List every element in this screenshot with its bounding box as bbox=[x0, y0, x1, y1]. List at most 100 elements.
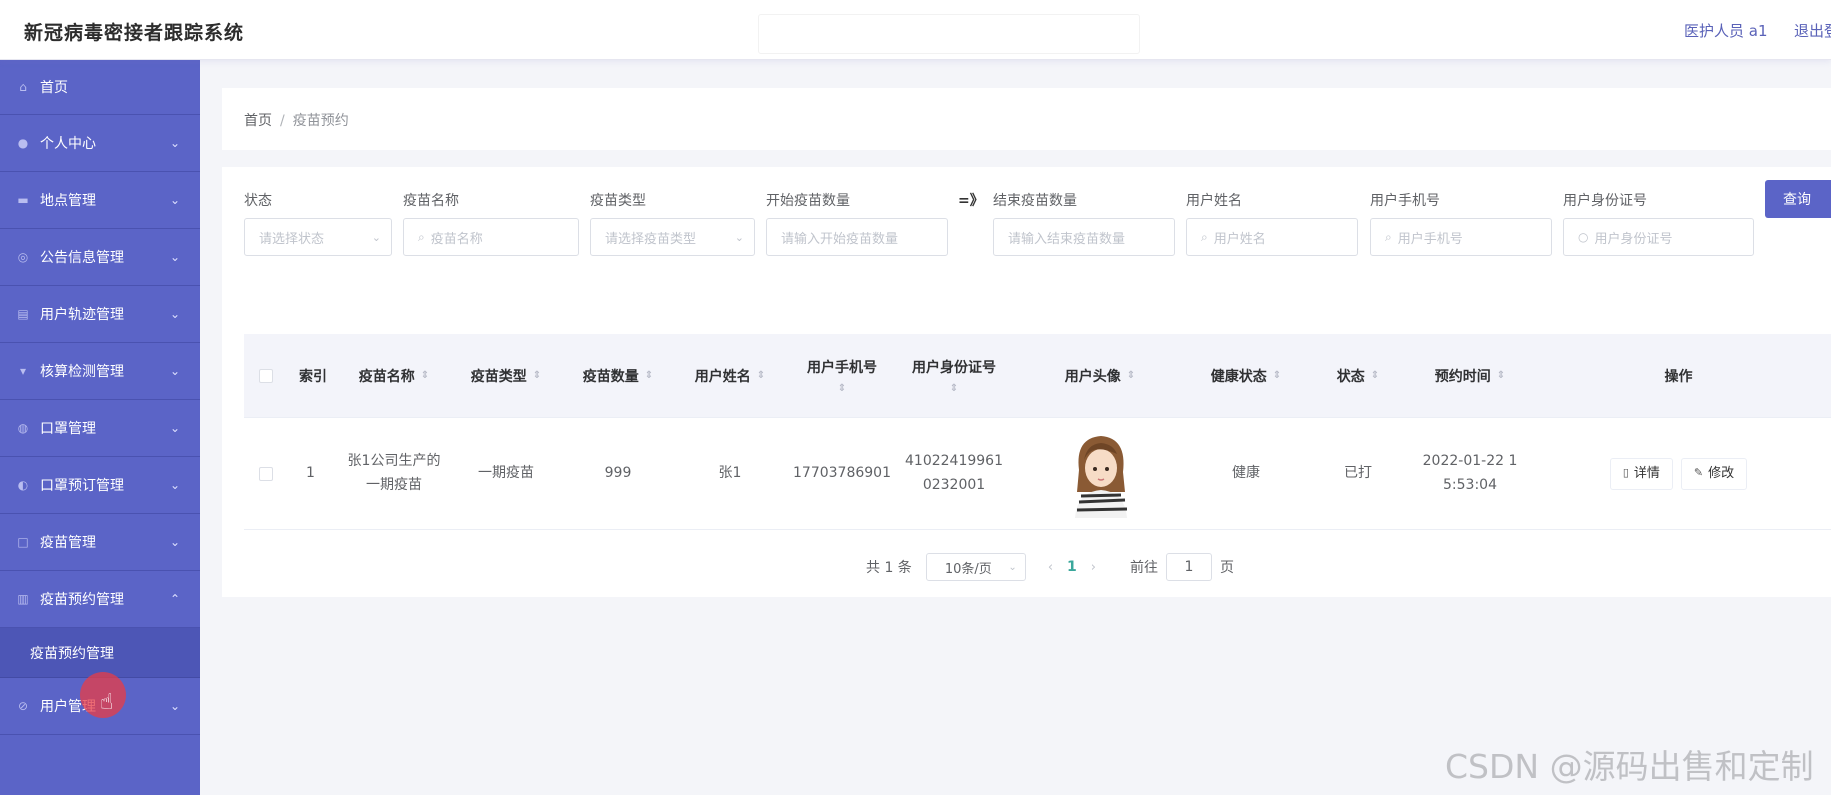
sort-icon[interactable]: ⇕ bbox=[645, 370, 653, 381]
sidebar-item-mask[interactable]: ◍ 口罩管理 ⌄ bbox=[0, 400, 200, 457]
prev-page-icon[interactable]: ‹ bbox=[1048, 560, 1053, 575]
query-button[interactable]: 查询 bbox=[1765, 180, 1831, 218]
sidebar-item-label: 口罩管理 bbox=[40, 421, 96, 437]
th-index: 索引 bbox=[288, 334, 338, 417]
goto-page-input[interactable]: 1 bbox=[1165, 553, 1212, 581]
filter-label: 疫苗类型 bbox=[590, 193, 646, 209]
sidebar-item-test[interactable]: ▾ 核算检测管理 ⌄ bbox=[0, 343, 200, 400]
top-header: 新冠病毒密接者跟踪系统 医护人员 a1 退出登 bbox=[0, 0, 1831, 60]
sort-icon[interactable]: ⇕ bbox=[1127, 370, 1135, 381]
cell-text: 5:53:04 bbox=[1443, 476, 1497, 493]
th-label: 操作 bbox=[1664, 368, 1693, 385]
clipboard-icon: ▤ bbox=[17, 307, 29, 321]
page-number[interactable]: 1 bbox=[1067, 559, 1077, 575]
start-qty-input[interactable]: 请输入开始疫苗数量 bbox=[766, 218, 948, 256]
header-search-area bbox=[758, 14, 1140, 54]
input-placeholder: 疫苗名称 bbox=[430, 231, 483, 247]
breadcrumb-home[interactable]: 首页 bbox=[244, 113, 272, 129]
detail-button[interactable]: ▯ 详情 bbox=[1609, 457, 1673, 490]
monitor-icon: ▬ bbox=[17, 193, 29, 207]
booking-table: 索引 疫苗名称 ⇕ 疫苗类型 ⇕ 疫苗数量 ⇕ 用户姓名 ⇕ 用户手机号 ⇕ 用户身份证号… bbox=[244, 334, 1831, 530]
sidebar-item-label: 口罩预订管理 bbox=[40, 478, 124, 494]
document-icon: ▯ bbox=[1622, 466, 1629, 480]
button-label: 修改 bbox=[1708, 465, 1735, 481]
search-icon: ⌕ bbox=[1385, 229, 1392, 244]
th-vaccine-name[interactable]: 疫苗名称 ⇕ bbox=[338, 334, 450, 417]
breadcrumb-current: 疫苗预约 bbox=[292, 113, 349, 129]
edit-button[interactable]: ✎ 修改 bbox=[1680, 457, 1748, 490]
vaccine-type-select[interactable]: 请选择疫苗类型 ⌄ bbox=[590, 218, 755, 256]
th-user-name[interactable]: 用户姓名 ⇕ bbox=[674, 334, 786, 417]
table-header: 索引 疫苗名称 ⇕ 疫苗类型 ⇕ 疫苗数量 ⇕ 用户姓名 ⇕ 用户手机号 ⇕ 用户身份证号… bbox=[244, 334, 1831, 418]
th-user-phone[interactable]: 用户手机号 ⇕ bbox=[786, 334, 898, 417]
status-select[interactable]: 请选择状态 ⌄ bbox=[244, 218, 392, 256]
user-id-input[interactable]: ○ 用户身份证号 bbox=[1563, 218, 1754, 256]
td-vaccine-qty: 999 bbox=[604, 464, 632, 481]
sort-icon[interactable]: ⇕ bbox=[533, 370, 541, 381]
sidebar-item-vaccine[interactable]: □ 疫苗管理 ⌄ bbox=[0, 514, 200, 571]
user-avatar[interactable] bbox=[1067, 430, 1133, 518]
th-user-id[interactable]: 用户身份证号 ⇕ bbox=[898, 334, 1010, 417]
current-user[interactable]: 医护人员 a1 bbox=[1684, 20, 1768, 41]
sidebar-item-vaccine-booking[interactable]: ▥ 疫苗预约管理 ⌃ bbox=[0, 571, 200, 628]
sort-icon[interactable]: ⇕ bbox=[1273, 370, 1281, 381]
th-status[interactable]: 状态 ⇕ bbox=[1302, 334, 1414, 417]
input-placeholder: 用户身份证号 bbox=[1594, 231, 1673, 247]
th-label: 健康状态 bbox=[1210, 368, 1267, 385]
breadcrumb: 首页 / 疫苗预约 bbox=[244, 110, 349, 130]
sort-icon[interactable]: ⇕ bbox=[1371, 370, 1379, 381]
submenu-vaccine-booking[interactable]: 疫苗预约管理 bbox=[0, 628, 200, 678]
filter-vaccine-type: 疫苗类型 请选择疫苗类型 ⌄ bbox=[590, 190, 755, 256]
sort-icon[interactable]: ⇕ bbox=[757, 370, 765, 381]
page-size-value: 10条/页 bbox=[944, 561, 992, 577]
th-avatar[interactable]: 用户头像 ⇕ bbox=[1010, 334, 1190, 417]
td-user-id: 41022419961 0232001 bbox=[898, 418, 1010, 529]
next-page-icon[interactable]: › bbox=[1091, 560, 1096, 575]
sort-icon[interactable]: ⇕ bbox=[950, 383, 958, 394]
sidebar-item-label: 公告信息管理 bbox=[40, 250, 124, 266]
breadcrumb-card: 首页 / 疫苗预约 bbox=[222, 88, 1831, 150]
sidebar-item-mask-order[interactable]: ◐ 口罩预订管理 ⌄ bbox=[0, 457, 200, 514]
chevron-down-icon: ⌄ bbox=[169, 478, 180, 492]
th-label: 用户身份证号 bbox=[912, 360, 996, 376]
row-checkbox-cell bbox=[244, 418, 288, 529]
vaccine-name-input[interactable]: ⌕ 疫苗名称 bbox=[403, 218, 579, 256]
cell-text: 0232001 bbox=[922, 476, 986, 493]
th-health[interactable]: 健康状态 ⇕ bbox=[1190, 334, 1302, 417]
chevron-down-icon: ⌄ bbox=[169, 307, 180, 321]
edit-icon: ✎ bbox=[1693, 466, 1704, 480]
th-time[interactable]: 预约时间 ⇕ bbox=[1414, 334, 1526, 417]
filter-label: 状态 bbox=[244, 193, 272, 209]
sort-icon[interactable]: ⇕ bbox=[838, 383, 846, 394]
sidebar-item-label: 疫苗预约管理 bbox=[40, 592, 124, 608]
query-button-label: 查询 bbox=[1783, 192, 1811, 208]
sort-icon[interactable]: ⇕ bbox=[421, 370, 429, 381]
user-name-input[interactable]: ⌕ 用户姓名 bbox=[1186, 218, 1358, 256]
filter-label: 用户身份证号 bbox=[1563, 193, 1647, 209]
chevron-down-icon: ⌄ bbox=[169, 250, 180, 264]
chevron-down-icon: ⌄ bbox=[169, 535, 180, 549]
th-label: 用户姓名 bbox=[694, 368, 751, 385]
user-phone-input[interactable]: ⌕ 用户手机号 bbox=[1370, 218, 1552, 256]
select-all-checkbox[interactable] bbox=[259, 368, 273, 383]
filter-label: 结束疫苗数量 bbox=[993, 193, 1077, 209]
end-qty-input[interactable]: 请输入结束疫苗数量 bbox=[993, 218, 1175, 256]
td-health: 健康 bbox=[1232, 464, 1260, 481]
input-placeholder: 请输入开始疫苗数量 bbox=[781, 231, 899, 247]
sidebar-item-notice[interactable]: ◎ 公告信息管理 ⌄ bbox=[0, 229, 200, 286]
sidebar-item-personal-center[interactable]: ● 个人中心 ⌄ bbox=[0, 115, 200, 172]
power-icon: ◐ bbox=[17, 478, 29, 492]
button-label: 详情 bbox=[1633, 465, 1660, 481]
row-checkbox[interactable] bbox=[259, 466, 273, 481]
th-vaccine-type[interactable]: 疫苗类型 ⇕ bbox=[450, 334, 562, 417]
page-size-select[interactable]: 10条/页 ⌄ bbox=[925, 553, 1026, 581]
sidebar-item-home[interactable]: ⌂ 首页 bbox=[0, 60, 200, 115]
sidebar-item-label: 地点管理 bbox=[40, 193, 96, 209]
chevron-up-icon: ⌃ bbox=[169, 592, 180, 606]
filter-label: 用户姓名 bbox=[1186, 193, 1242, 209]
logout-link[interactable]: 退出登 bbox=[1794, 20, 1831, 41]
sort-icon[interactable]: ⇕ bbox=[1497, 370, 1505, 381]
sidebar-item-location[interactable]: ▬ 地点管理 ⌄ bbox=[0, 172, 200, 229]
sidebar-item-track[interactable]: ▤ 用户轨迹管理 ⌄ bbox=[0, 286, 200, 343]
th-vaccine-qty[interactable]: 疫苗数量 ⇕ bbox=[562, 334, 674, 417]
